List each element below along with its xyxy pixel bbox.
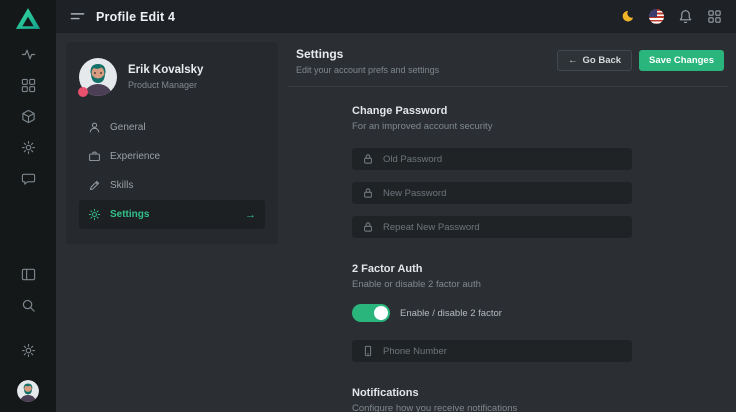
repeat-password-field[interactable] — [352, 216, 632, 238]
panel-header: Settings Edit your account prefs and set… — [288, 42, 728, 87]
pen-icon — [88, 179, 101, 192]
old-password-field[interactable] — [352, 148, 632, 170]
old-password-input[interactable] — [383, 154, 622, 165]
new-password-field[interactable] — [352, 182, 632, 204]
lock-icon — [362, 221, 374, 233]
apps-grid-icon[interactable] — [707, 9, 722, 24]
sidebar-nav-top — [21, 47, 36, 186]
save-changes-button[interactable]: Save Changes — [639, 50, 724, 71]
profile-card: Erik Kovalsky Product Manager General Ex… — [66, 42, 278, 244]
profile-header: Erik Kovalsky Product Manager — [79, 58, 265, 96]
panel-actions: ← Go Back Save Changes — [557, 50, 724, 71]
profile-avatar — [79, 58, 117, 96]
toggle-knob — [374, 306, 388, 320]
app-logo-icon[interactable] — [15, 7, 41, 35]
gear-icon — [88, 208, 101, 221]
search-icon[interactable] — [21, 298, 36, 313]
settings-form: Change Password For an improved account … — [352, 105, 632, 412]
user-icon — [88, 121, 101, 134]
lock-icon — [362, 187, 374, 199]
dashboard-icon[interactable] — [21, 78, 36, 93]
phone-icon — [362, 345, 374, 357]
notifications-section-subheading: Configure how you receive notifications — [352, 403, 632, 412]
menu-item-settings[interactable]: Settings → — [79, 200, 265, 229]
go-back-label: Go Back — [583, 55, 622, 66]
go-back-button[interactable]: ← Go Back — [557, 50, 632, 71]
menu-item-label: Settings — [110, 209, 149, 220]
panel-subtitle: Edit your account prefs and settings — [296, 65, 439, 75]
package-icon[interactable] — [21, 109, 36, 124]
app-window: Profile Edit 4 — [0, 0, 736, 412]
password-section-heading: Change Password — [352, 105, 632, 117]
topbar: Profile Edit 4 — [56, 0, 736, 33]
notifications-section-heading: Notifications — [352, 387, 632, 399]
phone-number-field[interactable] — [352, 340, 632, 362]
briefcase-icon — [88, 150, 101, 163]
gear-icon[interactable] — [21, 140, 36, 155]
repeat-password-input[interactable] — [383, 222, 622, 233]
sidebar — [0, 0, 56, 412]
arrow-left-icon: ← — [568, 55, 578, 66]
moon-icon[interactable] — [620, 9, 635, 24]
profile-identity: Erik Kovalsky Product Manager — [117, 64, 203, 90]
panel-title: Settings — [296, 47, 439, 61]
twofactor-section-subheading: Enable or disable 2 factor auth — [352, 279, 632, 290]
bell-icon[interactable] — [678, 9, 693, 24]
settings-panel: Settings Edit your account prefs and set… — [288, 42, 728, 412]
profile-menu: General Experience Skills — [79, 113, 265, 229]
toggle-label: Enable / disable 2 factor — [400, 308, 502, 319]
page-title: Profile Edit 4 — [96, 10, 175, 24]
topbar-actions — [620, 9, 722, 24]
profile-role: Product Manager — [128, 80, 203, 90]
panel-heading-block: Settings Edit your account prefs and set… — [296, 47, 439, 75]
menu-item-label: Skills — [110, 180, 133, 191]
arrow-right-icon: → — [245, 209, 256, 221]
user-avatar[interactable] — [17, 380, 39, 402]
password-section-subheading: For an improved account security — [352, 121, 632, 132]
us-flag-icon[interactable] — [649, 9, 664, 24]
phone-number-input[interactable] — [383, 346, 622, 357]
layout-icon[interactable] — [21, 267, 36, 282]
activity-icon[interactable] — [21, 47, 36, 62]
menu-icon[interactable] — [70, 9, 85, 24]
chat-icon[interactable] — [21, 171, 36, 186]
two-factor-toggle[interactable] — [352, 304, 390, 322]
menu-item-label: Experience — [110, 151, 160, 162]
sidebar-nav-bottom — [17, 267, 39, 402]
profile-name: Erik Kovalsky — [128, 64, 203, 76]
menu-item-experience[interactable]: Experience — [79, 142, 265, 171]
twofactor-section-heading: 2 Factor Auth — [352, 263, 632, 275]
new-password-input[interactable] — [383, 188, 622, 199]
menu-item-general[interactable]: General — [79, 113, 265, 142]
main-content: Erik Kovalsky Product Manager General Ex… — [56, 33, 736, 412]
menu-item-skills[interactable]: Skills — [79, 171, 265, 200]
lock-icon — [362, 153, 374, 165]
avatar-status-badge — [78, 87, 88, 97]
settings-gear-icon[interactable] — [21, 343, 36, 358]
menu-item-label: General — [110, 122, 146, 133]
twofactor-toggle-row: Enable / disable 2 factor — [352, 304, 632, 322]
